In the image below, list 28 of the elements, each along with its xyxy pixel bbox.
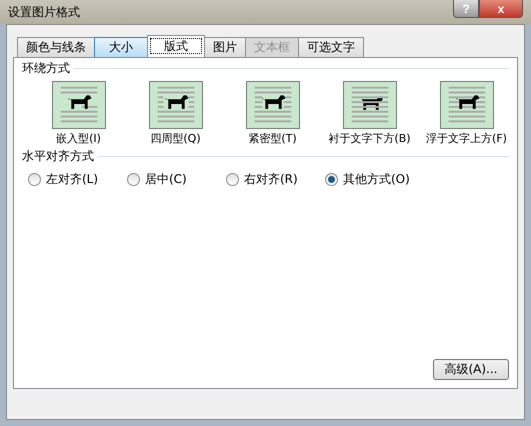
radio-button[interactable] (325, 173, 338, 186)
wrap-style-label: 四周型(Q) (150, 131, 201, 146)
wrap-style-button[interactable] (342, 81, 396, 129)
radio-button[interactable] (28, 173, 41, 186)
section-title: 水平对齐方式 (22, 148, 94, 165)
wrap-style-label: 浮于文字上方(F) (426, 131, 507, 146)
window-title: 设置图片格式 (8, 4, 80, 20)
radio-label[interactable]: 居中(C) (145, 171, 187, 188)
tab[interactable]: 版式 (147, 35, 205, 57)
wrap-style-button[interactable] (148, 81, 202, 129)
wrap-style-label: 嵌入型(I) (56, 131, 101, 146)
radio-button[interactable] (226, 173, 239, 186)
tab[interactable]: 可选文字 (298, 37, 364, 57)
tab[interactable]: 大小 (94, 37, 148, 57)
wrap-style-label: 衬于文字下方(B) (328, 131, 411, 146)
tab[interactable]: 颜色与线条 (17, 37, 95, 57)
radio-label[interactable]: 其他方式(O) (343, 171, 410, 188)
wrap-style-button[interactable] (52, 81, 106, 129)
advanced-button[interactable]: 高级(A)... (433, 359, 509, 380)
close-button[interactable]: x (479, 0, 523, 18)
wrap-style-button[interactable] (246, 81, 300, 129)
radio-label[interactable]: 左对齐(L) (46, 171, 98, 188)
section-title: 环绕方式 (22, 60, 70, 77)
radio-button[interactable] (127, 173, 140, 186)
wrap-style-button[interactable] (440, 81, 494, 129)
wrap-style-label: 紧密型(T) (248, 131, 297, 146)
tab[interactable]: 图片 (204, 37, 246, 57)
radio-label[interactable]: 右对齐(R) (244, 171, 298, 188)
